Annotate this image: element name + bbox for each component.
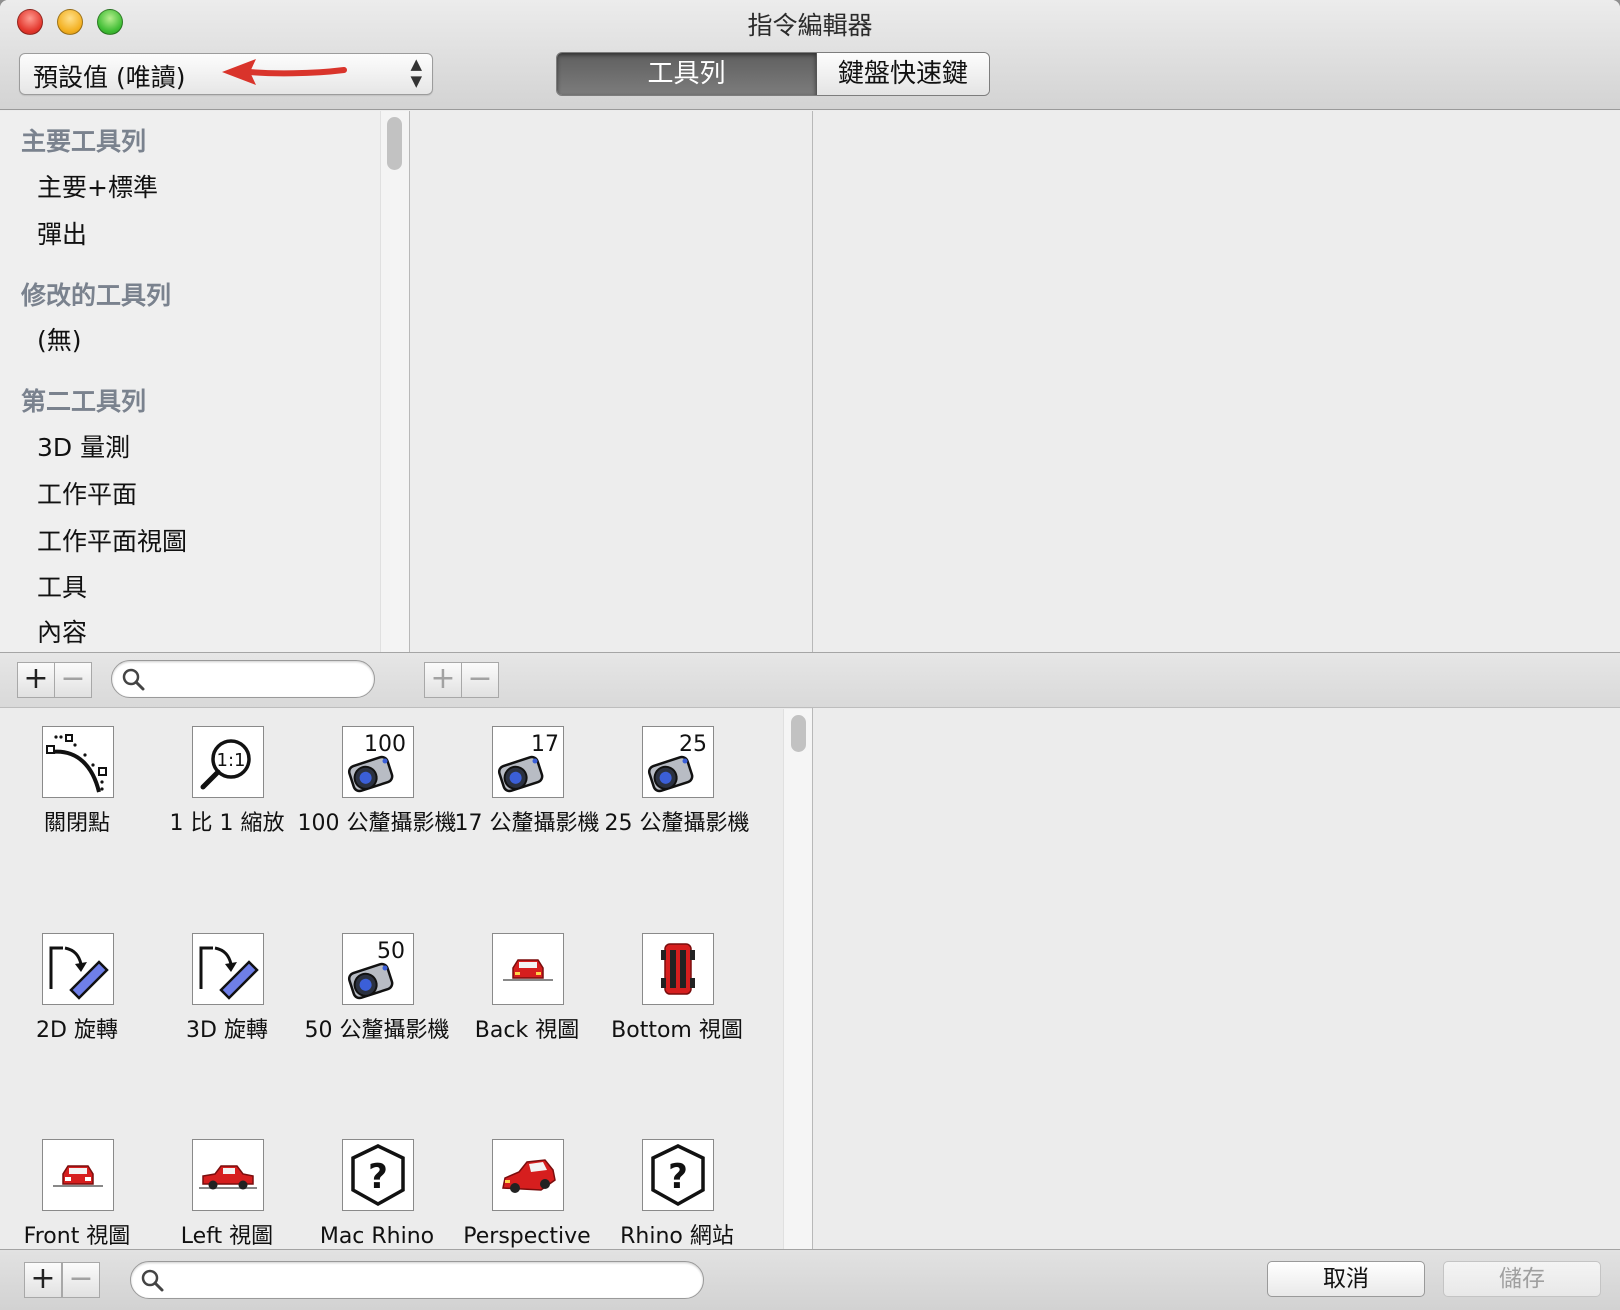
command-label: Left 視圖	[180, 1224, 274, 1249]
add-command-button[interactable]: +	[24, 1262, 62, 1298]
camera-50mm-icon: 50	[342, 933, 414, 1005]
command-label: Mac Rhino	[319, 1224, 435, 1249]
camera-25mm-icon: 25	[642, 726, 714, 798]
toolbar-item-popup[interactable]: 彈出	[37, 215, 87, 251]
toolbar-item-tools[interactable]: 工具	[37, 568, 87, 604]
command-label: 100 公釐攝影機	[297, 811, 457, 836]
toolbar-item-cplane-views[interactable]: 工作平面視圖	[37, 522, 187, 558]
remove-toolbar-item-button[interactable]: −	[461, 662, 499, 698]
command-label: Bottom 視圖	[611, 1018, 743, 1043]
toolbar-item-cplane[interactable]: 工作平面	[37, 475, 137, 511]
toolbar-list-scrollbar[interactable]	[380, 111, 409, 652]
back-view-car-icon	[492, 933, 564, 1005]
help-question-icon: ?	[342, 1139, 414, 1211]
svg-text:100: 100	[364, 732, 406, 757]
tab-toolbars[interactable]: 工具列	[557, 53, 817, 95]
add-toolbar-item-button[interactable]: +	[424, 662, 462, 698]
command-label: 50 公釐攝影機	[304, 1018, 450, 1043]
commands-scrollbar[interactable]	[783, 709, 812, 1249]
svg-text:17: 17	[531, 732, 559, 757]
annotation-arrow-icon	[222, 59, 347, 85]
command-editor-window: 指令編輯器 預設值 (唯讀) ▲ ▼ 工具列 鍵盤快速鍵 主要工具列 主要+標準 …	[0, 0, 1620, 1310]
tab-keyboard-shortcuts[interactable]: 鍵盤快速鍵	[817, 53, 989, 95]
command-label: 25 公釐攝影機	[604, 811, 750, 836]
section-header-secondary-toolbars: 第二工具列	[21, 387, 147, 416]
front-view-car-icon	[42, 1139, 114, 1211]
toolbar-list: 主要工具列 主要+標準 彈出 修改的工具列 (無) 第二工具列 3D 量測 工作…	[0, 111, 380, 652]
remove-command-button[interactable]: −	[62, 1262, 100, 1298]
toolbar-item-3d-measure[interactable]: 3D 量測	[37, 428, 130, 464]
save-button[interactable]: 儲存	[1443, 1261, 1601, 1297]
command-label: Rhino 網站	[620, 1224, 734, 1249]
camera-17mm-icon: 17	[492, 726, 564, 798]
window-title: 指令編輯器	[747, 11, 873, 40]
close-point-icon	[42, 726, 114, 798]
command-label: 3D 旋轉	[186, 1018, 268, 1043]
toolbar-search-input[interactable]	[111, 660, 375, 698]
search-icon	[141, 1269, 164, 1292]
command-label: Back 視圖	[474, 1018, 580, 1043]
preset-select-value: 預設值 (唯讀)	[33, 63, 186, 92]
command-label: Perspective	[463, 1224, 591, 1249]
preview-pane	[813, 111, 1620, 652]
toolbar-item-content[interactable]: 內容	[37, 613, 87, 649]
toolbar-item-none: (無)	[37, 326, 82, 355]
command-search-input[interactable]	[130, 1261, 704, 1299]
svg-text:1:1: 1:1	[217, 750, 246, 771]
command-label: Front 視圖	[23, 1224, 131, 1249]
zoom-1to1-icon: 1:1	[192, 726, 264, 798]
command-label: 關閉點	[43, 811, 110, 836]
search-icon	[122, 668, 145, 691]
perspective-car-icon	[492, 1139, 564, 1211]
rotate-3d-icon	[192, 933, 264, 1005]
bottom-action-bar: + − 取消 儲存	[0, 1249, 1620, 1310]
svg-text:?: ?	[668, 1157, 688, 1197]
scrollbar-thumb[interactable]	[791, 715, 806, 752]
command-label: 2D 旋轉	[36, 1018, 118, 1043]
help-question-icon: ?	[642, 1139, 714, 1211]
command-details-pane	[813, 709, 1620, 1249]
scrollbar-thumb[interactable]	[387, 117, 402, 170]
add-toolbar-button[interactable]: +	[17, 662, 55, 698]
camera-100mm-icon: 100	[342, 726, 414, 798]
commands-grid: 關閉點 1:1 1 比 1 縮放 100 100 公釐攝影機 17 17 公釐攝…	[0, 709, 783, 1249]
remove-toolbar-button[interactable]: −	[54, 662, 92, 698]
command-label: 17 公釐攝影機	[454, 811, 600, 836]
mode-segmented-control: 工具列 鍵盤快速鍵	[556, 52, 990, 96]
toolbar-item-main-standard[interactable]: 主要+標準	[37, 168, 158, 204]
toolbar-list-actions: + − + −	[0, 652, 1620, 708]
svg-text:50: 50	[377, 939, 405, 964]
left-view-car-icon	[192, 1139, 264, 1211]
command-label: 1 比 1 縮放	[169, 811, 285, 836]
cancel-button[interactable]: 取消	[1267, 1261, 1425, 1297]
select-stepper-icon: ▲ ▼	[410, 55, 422, 90]
section-header-modified-toolbars: 修改的工具列	[21, 281, 172, 310]
rotate-2d-icon	[42, 933, 114, 1005]
toolbar-contents-pane	[410, 111, 812, 652]
section-header-main-toolbars: 主要工具列	[21, 127, 147, 156]
bottom-view-car-icon	[642, 933, 714, 1005]
svg-text:?: ?	[368, 1157, 388, 1197]
svg-text:25: 25	[679, 732, 707, 757]
title-toolbar: 指令編輯器 預設值 (唯讀) ▲ ▼ 工具列 鍵盤快速鍵	[0, 0, 1620, 110]
